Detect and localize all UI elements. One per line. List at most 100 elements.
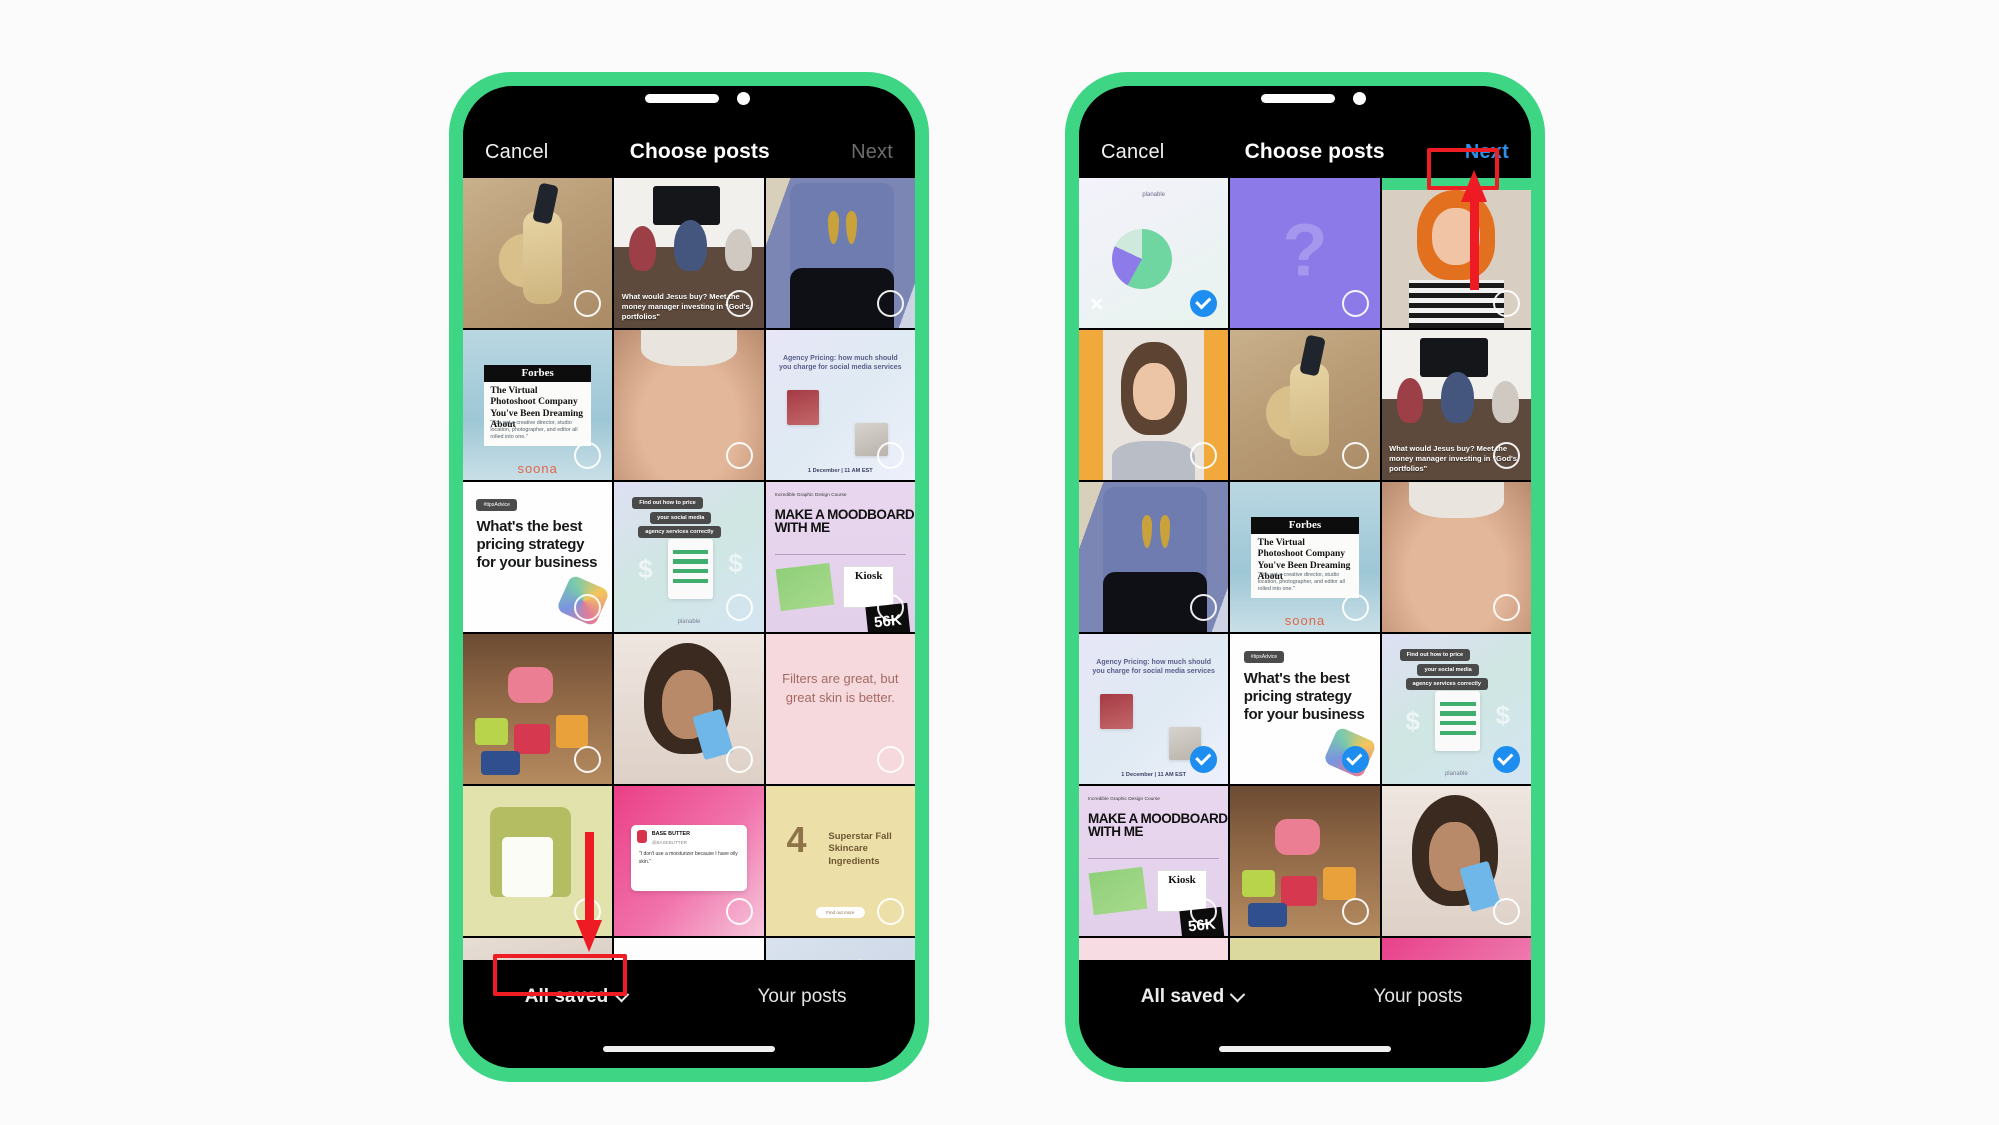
next-button[interactable]: Next bbox=[1465, 141, 1509, 164]
grid-tile[interactable]: Sculpt Reinvented, again. bbox=[614, 938, 764, 960]
forbes-masthead: Forbes bbox=[1288, 519, 1322, 532]
all-saved-filter-button[interactable]: All saved bbox=[463, 976, 689, 1018]
grid-tile[interactable]: 4 Superstar Fall Skincare Ingredients Fi… bbox=[765, 786, 915, 936]
tweet-author: BASE BUTTER bbox=[651, 830, 691, 837]
grid-tile[interactable]: Find out how to price your social media … bbox=[1381, 634, 1531, 784]
grid-tile[interactable] bbox=[765, 178, 915, 328]
post-headline: MAKE A MOODBOARD WITH ME bbox=[1087, 810, 1228, 840]
screenshot-stage: Cancel Choose posts Next What would Jesu… bbox=[0, 0, 1999, 1125]
your-posts-tab[interactable]: Your posts bbox=[1305, 976, 1531, 1018]
grid-tile[interactable] bbox=[614, 634, 764, 784]
select-circle-icon[interactable] bbox=[725, 442, 753, 469]
cancel-button[interactable]: Cancel bbox=[1101, 141, 1164, 164]
select-circle-icon[interactable] bbox=[1492, 290, 1520, 317]
grid-tile[interactable]: #tipsAdvice What's the best pricing stra… bbox=[1230, 634, 1380, 784]
speaker-grille-icon bbox=[645, 94, 719, 103]
grid-tile[interactable]: #tipsAdvice What's the best pricing stra… bbox=[463, 482, 613, 632]
select-circle-icon[interactable] bbox=[1341, 594, 1369, 621]
post-headline: Agency Pricing: how much should you char… bbox=[779, 355, 902, 372]
grid-tile[interactable]: Agency Pricing: how much should you char… bbox=[1079, 634, 1229, 784]
post-thumbnail: Sculpt Reinvented, again. bbox=[614, 938, 764, 960]
grid-tile[interactable]: What would Jesus buy? Meet the money man… bbox=[614, 178, 764, 328]
grid-tile[interactable]: Agency Pricing: how much should you char… bbox=[765, 330, 915, 480]
grid-tile[interactable] bbox=[463, 178, 613, 328]
phone-left-bottom-bar: All saved Your posts bbox=[463, 960, 915, 1068]
select-circle-icon[interactable] bbox=[1492, 898, 1520, 925]
select-circle-icon[interactable] bbox=[725, 290, 753, 317]
cancel-button[interactable]: Cancel bbox=[485, 141, 548, 164]
all-saved-label: All saved bbox=[524, 986, 609, 1007]
select-circle-icon[interactable] bbox=[1492, 442, 1520, 469]
grid-tile[interactable]: ? bbox=[1230, 178, 1380, 328]
select-circle-icon[interactable] bbox=[1492, 594, 1520, 621]
all-saved-filter-button[interactable]: All saved bbox=[1079, 976, 1305, 1018]
grid-tile[interactable]: Filters are great, but great skin is bet… bbox=[765, 634, 915, 784]
post-thumbnail bbox=[1079, 938, 1229, 960]
grid-tile[interactable] bbox=[1230, 786, 1380, 936]
grid-tile[interactable] bbox=[765, 938, 915, 960]
post-thumbnail bbox=[1230, 938, 1380, 960]
grid-tile[interactable]: Forbes The Virtual Photoshoot Company Yo… bbox=[1230, 482, 1380, 632]
phone-right-bottom-bar: All saved Your posts bbox=[1079, 960, 1531, 1068]
post-number: 4 bbox=[786, 819, 807, 860]
phone-right-post-grid[interactable]: planable ✕ ? What would Jesus buy? Meet … bbox=[1079, 178, 1531, 960]
grid-tile[interactable] bbox=[1381, 482, 1531, 632]
select-circle-icon[interactable] bbox=[876, 594, 904, 621]
phone-left-post-grid[interactable]: What would Jesus buy? Meet the money man… bbox=[463, 178, 915, 960]
next-button[interactable]: Next bbox=[851, 141, 893, 164]
select-circle-icon[interactable] bbox=[725, 746, 753, 773]
select-circle-icon[interactable] bbox=[725, 898, 753, 925]
all-saved-label: All saved bbox=[1140, 986, 1225, 1007]
select-circle-icon[interactable] bbox=[876, 290, 904, 317]
post-headline: What's the best pricing strategy for you… bbox=[1243, 670, 1365, 723]
select-circle-icon[interactable] bbox=[1492, 746, 1520, 773]
grid-tile[interactable] bbox=[1381, 178, 1531, 328]
select-circle-icon[interactable] bbox=[876, 898, 904, 925]
grid-tile[interactable]: planable ✕ bbox=[1079, 178, 1229, 328]
post-footer: 1 December | 11 AM EST bbox=[1121, 772, 1187, 778]
grid-tile[interactable]: Incredible Graphic Design Course MAKE A … bbox=[1079, 786, 1229, 936]
select-circle-icon[interactable] bbox=[1341, 898, 1369, 925]
select-circle-icon[interactable] bbox=[1341, 442, 1369, 469]
chevron-down-icon bbox=[1229, 986, 1246, 1002]
phone-left: Cancel Choose posts Next What would Jesu… bbox=[449, 72, 929, 1082]
post-headline: Filters are great, but great skin is bet… bbox=[782, 671, 899, 705]
grid-tile[interactable] bbox=[614, 330, 764, 480]
grid-tile[interactable] bbox=[1381, 786, 1531, 936]
select-circle-icon[interactable] bbox=[725, 594, 753, 621]
grid-tile[interactable]: BASE BUTTER @BASEBUTTER "I don't use a m… bbox=[614, 786, 764, 936]
grid-tile[interactable] bbox=[1079, 330, 1229, 480]
post-subtext: "You get a creative director, studio loc… bbox=[1257, 571, 1345, 592]
grid-tile[interactable]: Forbes The Virtual Photoshoot Company Yo… bbox=[463, 330, 613, 480]
grid-tile[interactable] bbox=[1230, 330, 1380, 480]
your-posts-label: Your posts bbox=[1373, 986, 1463, 1007]
select-circle-icon[interactable] bbox=[1341, 746, 1369, 773]
post-footer: 1 December | 11 AM EST bbox=[807, 468, 873, 474]
phone-left-bezel-hardware bbox=[645, 92, 750, 105]
post-headline: Agency Pricing: how much should you char… bbox=[1092, 659, 1215, 676]
annotation-up-arrow bbox=[1461, 170, 1487, 290]
select-circle-icon[interactable] bbox=[876, 442, 904, 469]
chevron-down-icon bbox=[613, 986, 630, 1002]
question-mark-glyph: ? bbox=[1282, 208, 1328, 292]
select-circle-icon[interactable] bbox=[1341, 290, 1369, 317]
grid-tile[interactable] bbox=[1381, 938, 1531, 960]
select-circle-icon[interactable] bbox=[876, 746, 904, 773]
kiosk-card-label: Kiosk bbox=[1168, 874, 1196, 886]
grid-tile[interactable] bbox=[463, 634, 613, 784]
grid-tile[interactable]: What would Jesus buy? Meet the money man… bbox=[1381, 330, 1531, 480]
your-posts-tab[interactable]: Your posts bbox=[689, 976, 915, 1018]
front-camera-icon bbox=[1353, 92, 1366, 105]
speaker-grille-icon bbox=[1261, 94, 1335, 103]
forbes-masthead: Forbes bbox=[521, 367, 554, 380]
post-headline: What's the best pricing strategy for you… bbox=[476, 518, 598, 571]
grid-tile[interactable]: Incredible Graphic Design Course MAKE A … bbox=[765, 482, 915, 632]
phone-right-bezel-hardware bbox=[1261, 92, 1366, 105]
grid-tile[interactable] bbox=[1079, 938, 1229, 960]
grid-tile[interactable] bbox=[1230, 938, 1380, 960]
grid-tile[interactable]: Find out how to price your social media … bbox=[614, 482, 764, 632]
front-camera-icon bbox=[737, 92, 750, 105]
close-icon: ✕ bbox=[1089, 294, 1104, 314]
your-posts-label: Your posts bbox=[757, 986, 847, 1007]
grid-tile[interactable] bbox=[1079, 482, 1229, 632]
